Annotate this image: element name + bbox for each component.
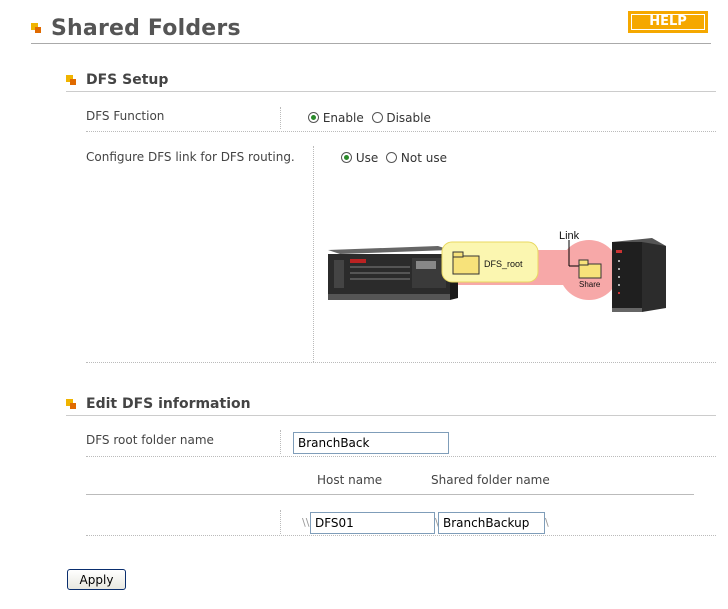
host-name-header: Host name [317,473,383,487]
shared-folder-name-header: Shared folder name [431,473,550,487]
use-option-label[interactable]: Use [356,151,378,165]
title-bullet-icon [31,23,41,33]
not-use-option-label[interactable]: Not use [401,151,447,165]
apply-button[interactable]: Apply [67,569,126,590]
share-text: Share [579,280,601,289]
column-divider [280,510,281,534]
use-radio[interactable] [341,152,352,163]
dfs-link-options: Use Not use [341,151,447,165]
section-title-dfs-setup: DFS Setup [86,72,169,88]
nas-device-icon [612,238,666,312]
row-divider [86,131,716,132]
link-text: Link [559,230,580,242]
disable-option-label[interactable]: Disable [386,111,431,125]
rack-server-icon [328,246,458,300]
section-title-edit-dfs: Edit DFS information [86,396,251,412]
dfs-root-folder-input[interactable] [293,432,449,454]
page-title: Shared Folders [51,16,241,41]
column-divider [313,146,314,362]
row-divider [86,456,716,457]
host-name-input[interactable] [310,512,435,534]
header-divider [86,494,694,495]
enable-radio[interactable] [308,112,319,123]
path-suffix-text: \ [545,516,549,529]
not-use-radio[interactable] [386,152,398,163]
disable-radio[interactable] [371,112,383,123]
enable-option-label[interactable]: Enable [323,111,364,125]
row-divider [86,535,716,536]
column-divider [280,107,281,129]
section-bullet-icon [66,75,76,85]
dfs-root-folder-text: DFS_root [484,259,523,269]
shared-folder-name-input[interactable] [438,512,545,534]
row-divider [86,362,716,363]
title-divider [31,43,711,44]
dfs-diagram: DFS_root Link Share [328,230,666,312]
column-divider [280,430,281,454]
help-button[interactable]: HELP [628,11,708,33]
section-divider [66,415,716,416]
dfs-root-folder-label: DFS root folder name [86,433,214,447]
dfs-link-label: Configure DFS link for DFS routing. [86,150,295,164]
section-bullet-icon [66,399,76,409]
dfs-function-label: DFS Function [86,109,165,123]
dfs-function-options: Enable Disable [308,111,431,125]
section-divider [66,91,716,92]
path-prefix-text: \\ [302,516,310,529]
